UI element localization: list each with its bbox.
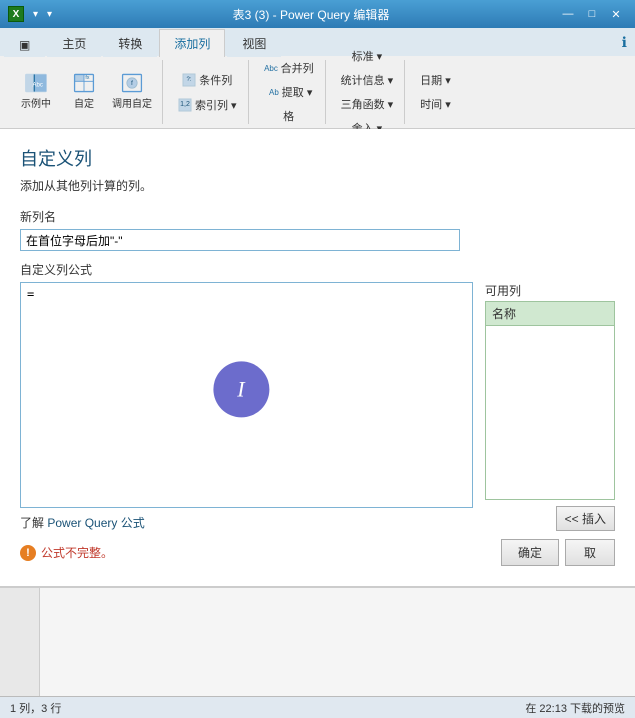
formula-left-panel: =| 了解 Power Query 公式	[20, 282, 473, 531]
btn-format[interactable]: 格	[278, 105, 299, 127]
svg-text:Abc: Abc	[264, 64, 278, 73]
btn-invoke-custom[interactable]: f 调用自定	[110, 62, 154, 118]
btn-index-col[interactable]: 1,2 索引列 ▾	[173, 94, 242, 116]
formula-textarea-wrapper: =|	[20, 282, 473, 508]
merge-cols-icon: Abc	[264, 61, 278, 75]
btn-custom-label: 自定	[74, 95, 94, 110]
btn-example-label: 示例中	[21, 95, 51, 110]
formula-area: =| 了解 Power Query 公式 可用列 名称 << 插入	[20, 282, 615, 531]
btn-trig[interactable]: 三角函数 ▾	[336, 93, 399, 115]
tab-home[interactable]: 主页	[47, 29, 101, 57]
quick-access-toolbar: ▾ ▾	[30, 8, 55, 21]
dialog-buttons: 确定 取	[501, 539, 615, 566]
ribbon-group-general: Abc 示例中 fx 自定	[6, 60, 163, 124]
ribbon-group-general-row: Abc 示例中 fx 自定	[14, 62, 154, 118]
btn-statistics[interactable]: 统计信息 ▾	[336, 69, 399, 91]
ok-button[interactable]: 确定	[501, 539, 559, 566]
ribbon: ▣ 主页 转换 添加列 视图 ℹ Abc 示例中	[0, 28, 635, 129]
invoke-custom-icon: f	[120, 71, 144, 95]
preview-pane	[0, 586, 635, 696]
learn-link-row: 了解 Power Query 公式	[20, 514, 473, 531]
btn-extract[interactable]: Abc 提取 ▾	[260, 81, 318, 103]
btn-example-col[interactable]: Abc 示例中	[14, 62, 58, 118]
btn-date[interactable]: 日期 ▾	[415, 69, 456, 91]
error-icon: !	[20, 545, 36, 561]
ribbon-group-number: 标准 ▾ 统计信息 ▾ 三角函数 ▾ 舍入 ▾	[330, 60, 406, 124]
power-query-formula-link[interactable]: Power Query 公式	[47, 516, 144, 530]
btn-custom-col[interactable]: fx 自定	[62, 62, 106, 118]
quick-btn-1[interactable]: ▾	[30, 8, 41, 21]
title-bar: X ▾ ▾ 表3 (3) - Power Query 编辑器 — □ ✕	[0, 0, 635, 28]
svg-text:Abc: Abc	[33, 82, 43, 88]
app-icon: X	[8, 6, 24, 22]
dialog-content: 自定义列 添加从其他列计算的列。 新列名 自定义列公式 =| 了解 Power …	[0, 129, 635, 586]
error-message: ! 公式不完整。	[20, 544, 113, 561]
btn-conditional-col[interactable]: ?: 条件列	[177, 69, 237, 91]
ribbon-group-conditional: ?: 条件列 1,2 索引列 ▾	[167, 60, 249, 124]
btn-time[interactable]: 时间 ▾	[415, 93, 456, 115]
available-cols-label: 可用列	[485, 282, 615, 299]
svg-text:Abc: Abc	[269, 88, 279, 97]
ribbon-group-datetime: 日期 ▾ 时间 ▾	[409, 60, 462, 124]
tab-file[interactable]: ▣	[4, 32, 45, 57]
preview-sidebar	[0, 588, 40, 696]
formula-textarea[interactable]: =|	[21, 283, 472, 507]
quick-btn-2[interactable]: ▾	[44, 8, 55, 21]
new-col-label: 新列名	[20, 208, 615, 225]
status-left: 1 列，3 行	[10, 700, 61, 716]
example-col-icon: Abc	[24, 71, 48, 95]
extract-icon: Abc	[265, 85, 279, 99]
minimize-button[interactable]: —	[557, 5, 579, 23]
svg-text:f: f	[131, 79, 133, 86]
cancel-button[interactable]: 取	[565, 539, 615, 566]
svg-text:?:: ?:	[187, 77, 192, 83]
custom-col-icon: fx	[72, 71, 96, 95]
close-button[interactable]: ✕	[605, 5, 627, 23]
preview-main	[40, 588, 635, 696]
maximize-button[interactable]: □	[581, 5, 603, 23]
status-bar: 1 列，3 行 在 22:13 下载的预览	[0, 696, 635, 718]
status-right: 在 22:13 下载的预览	[525, 700, 625, 716]
help-icon[interactable]: ℹ	[614, 29, 635, 56]
dialog-title: 自定义列	[20, 145, 615, 171]
insert-button[interactable]: << 插入	[556, 506, 615, 531]
window-controls: — □ ✕	[557, 5, 627, 23]
window-title: 表3 (3) - Power Query 编辑器	[65, 6, 557, 23]
ribbon-group-text: Abc 合并列 Abc 提取 ▾ 格	[253, 60, 326, 124]
tab-addcol[interactable]: 添加列	[159, 29, 225, 57]
available-cols-header: 名称	[485, 301, 615, 326]
available-cols-list[interactable]	[485, 326, 615, 500]
formula-right-panel: 可用列 名称 << 插入	[485, 282, 615, 531]
btn-merge-cols[interactable]: Abc 合并列	[259, 57, 319, 79]
dialog-subtitle: 添加从其他列计算的列。	[20, 177, 615, 194]
dialog-status-bar: ! 公式不完整。 确定 取	[20, 531, 615, 570]
tab-view[interactable]: 视图	[227, 29, 281, 57]
svg-text:fx: fx	[85, 75, 89, 81]
tab-transform[interactable]: 转换	[103, 29, 157, 57]
conditional-col-icon: ?:	[182, 73, 196, 87]
formula-label: 自定义列公式	[20, 261, 615, 278]
btn-standard[interactable]: 标准 ▾	[347, 45, 388, 67]
error-text: 公式不完整。	[41, 544, 113, 561]
ribbon-content: Abc 示例中 fx 自定	[0, 56, 635, 128]
index-col-icon: 1,2	[178, 98, 192, 112]
svg-text:1,2: 1,2	[180, 101, 190, 108]
new-col-input[interactable]	[20, 229, 460, 251]
ribbon-tab-bar: ▣ 主页 转换 添加列 视图 ℹ	[0, 28, 635, 56]
btn-invoke-label: 调用自定	[112, 95, 152, 110]
